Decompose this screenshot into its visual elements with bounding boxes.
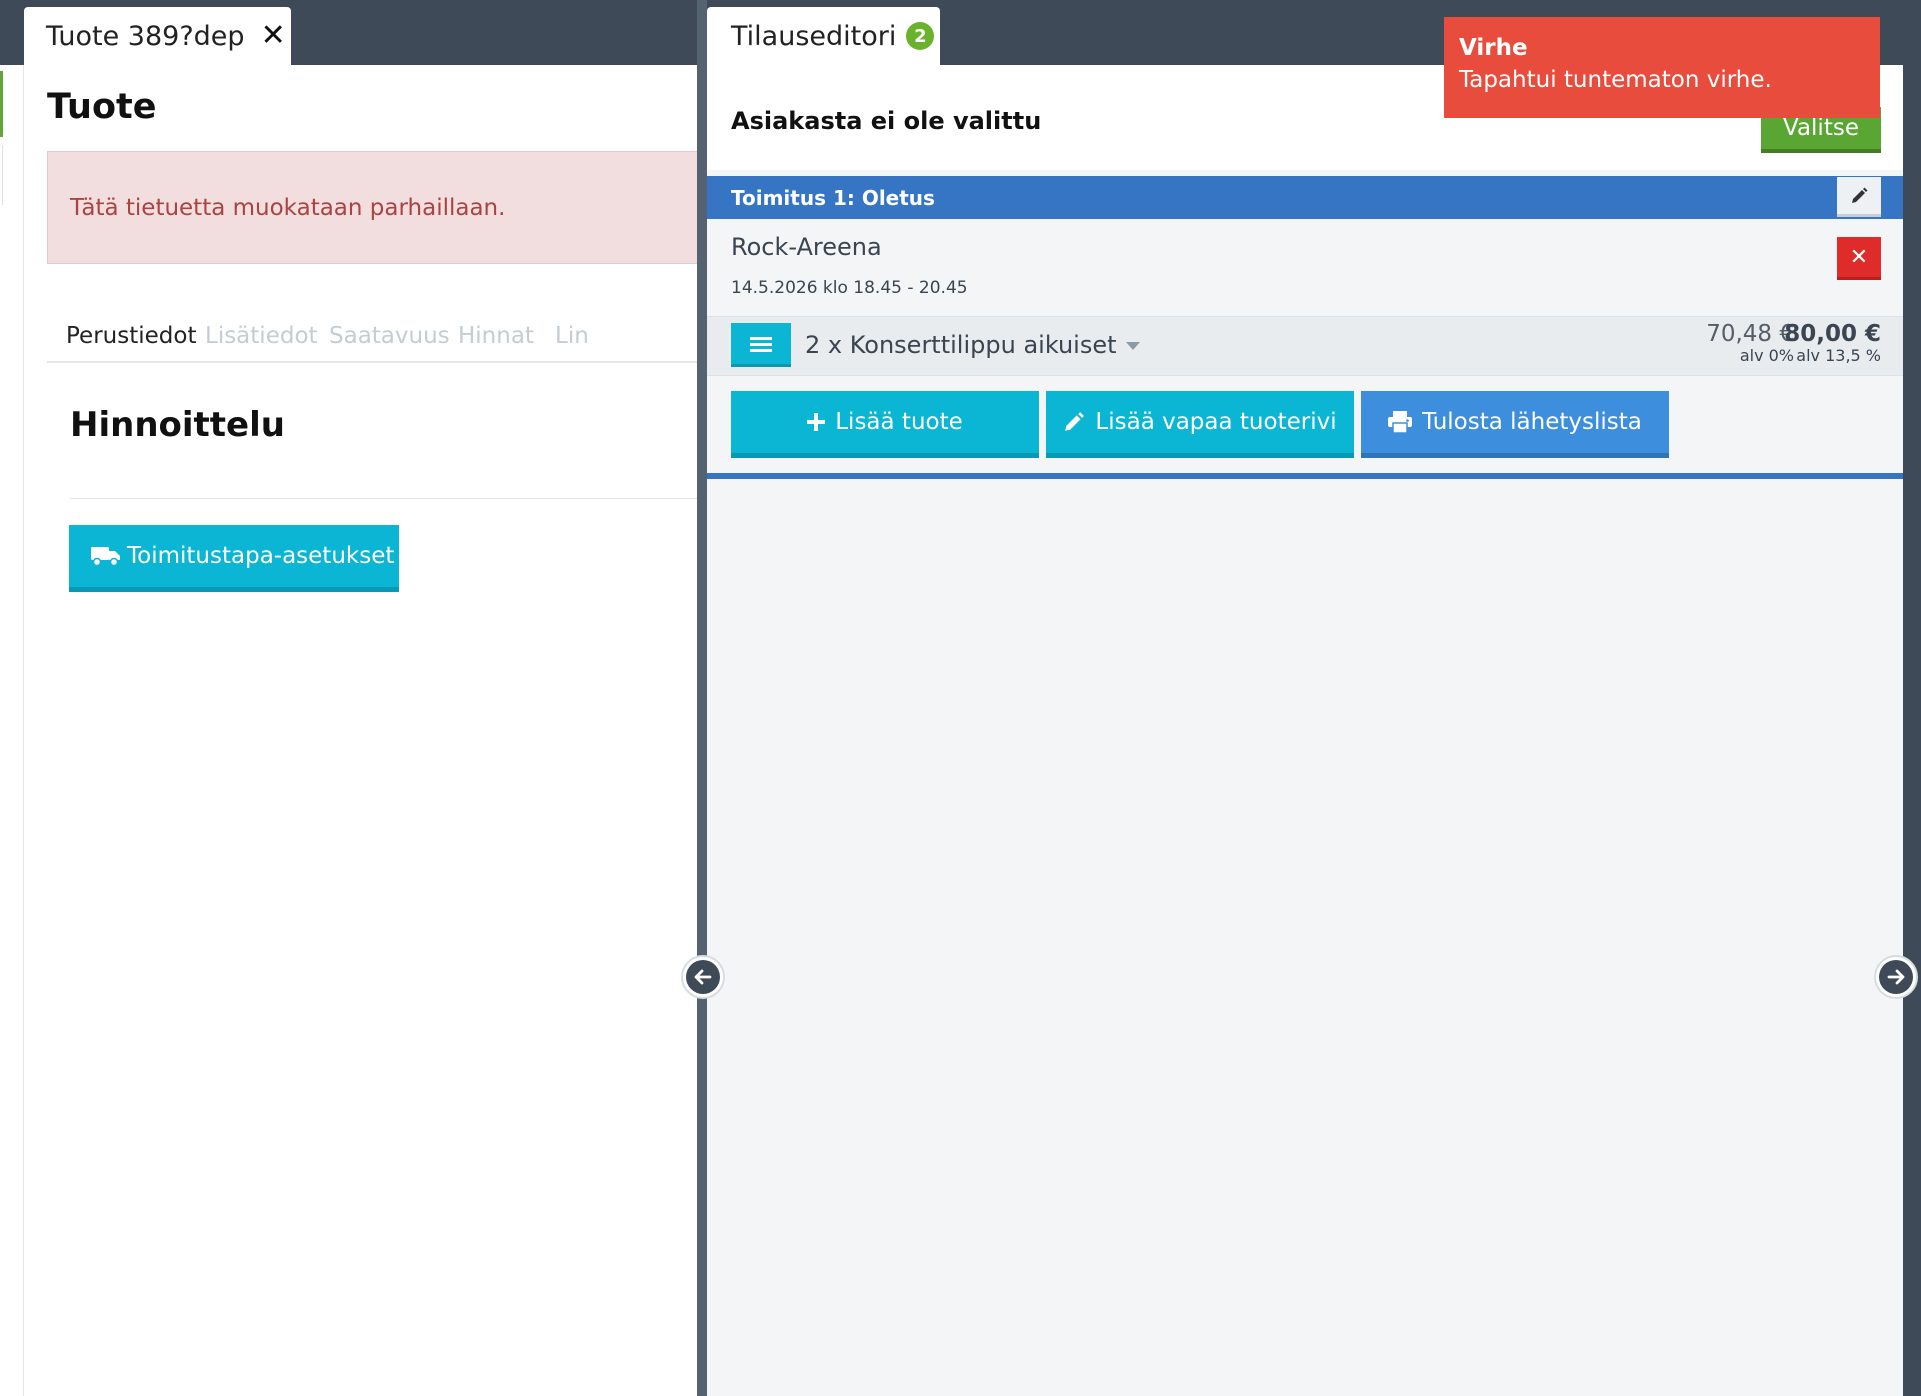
toast-title: Virhe: [1459, 35, 1528, 61]
tab-hinnat[interactable]: Hinnat: [458, 323, 534, 349]
product-tabs: Perustiedot Lisätiedot Saatavuus Hinnat …: [47, 313, 703, 363]
tab-lin[interactable]: Lin: [555, 323, 589, 349]
product-tab[interactable]: Tuote 389?dep ✕: [24, 7, 291, 65]
editing-alert: Tätä tietuetta muokataan parhaillaan.: [47, 151, 703, 264]
app-root: Tuote 389?dep ✕ Tuote Tätä tietuetta muo…: [0, 0, 1921, 1396]
price-net: 70,48 € alv 0%: [1674, 321, 1794, 365]
add-free-row-button[interactable]: Lisää vapaa tuoterivi: [1046, 391, 1354, 458]
event-time: 14.5.2026 klo 18.45 - 20.45: [731, 278, 968, 298]
delivery-header: Toimitus 1: Oletus: [707, 176, 1903, 219]
printer-icon: [1388, 411, 1413, 433]
tab-lisatiedot[interactable]: Lisätiedot: [205, 323, 318, 349]
page-title: Tuote: [47, 87, 157, 127]
truck-icon: [91, 547, 120, 567]
arrow-right-icon: [1887, 969, 1905, 985]
price-gross-amount: 80,00 €: [1784, 321, 1881, 347]
pencil-icon: [1852, 187, 1868, 203]
price-net-vat: alv 0%: [1739, 346, 1794, 365]
order-editor-tab[interactable]: Tilauseditori 2: [707, 7, 940, 65]
alert-text: Tätä tietuetta muokataan parhaillaan.: [70, 194, 506, 221]
customer-title: Asiakasta ei ole valittu: [731, 107, 1042, 135]
error-toast[interactable]: Virhe Tapahtui tuntematon virhe.: [1444, 17, 1880, 118]
order-line-row: 2 x Konserttilippu aikuiset 70,48 € alv …: [707, 316, 1903, 376]
price-gross-vat: alv 13,5 %: [1796, 346, 1881, 365]
tab-saatavuus[interactable]: Saatavuus: [329, 323, 450, 349]
print-list-label: Tulosta lähetyslista: [1422, 409, 1642, 435]
section-divider: [70, 498, 703, 499]
product-panel: Tuote 389?dep ✕ Tuote Tätä tietuetta muo…: [0, 0, 703, 1396]
toast-message: Tapahtui tuntematon virhe.: [1459, 67, 1772, 93]
section-title: Hinnoittelu: [70, 405, 285, 445]
caret-down-icon[interactable]: [1126, 342, 1140, 350]
shipping-button-label: Toimitustapa-asetukset: [127, 543, 395, 569]
price-net-amount: 70,48 €: [1706, 321, 1794, 347]
order-editor-tab-label: Tilauseditori: [731, 20, 897, 52]
remove-event-button[interactable]: ✕: [1837, 237, 1881, 280]
line-menu-button[interactable]: [731, 323, 791, 367]
tab-perustiedot[interactable]: Perustiedot: [66, 323, 196, 349]
plus-icon: [807, 413, 826, 431]
product-tab-label: Tuote 389?dep: [46, 20, 245, 52]
collapse-right-button[interactable]: [1874, 955, 1918, 999]
edit-delivery-button[interactable]: [1837, 177, 1881, 217]
hamburger-icon: [750, 336, 772, 352]
collapse-left-button[interactable]: [681, 955, 725, 999]
pencil-icon: [1065, 412, 1085, 431]
add-product-button[interactable]: Lisää tuote: [731, 391, 1039, 458]
left-tab-bar: Tuote 389?dep ✕: [0, 0, 703, 65]
close-icon[interactable]: ✕: [261, 21, 286, 51]
order-editor-panel: Tilauseditori 2 Asiakasta ei ole valittu…: [707, 0, 1903, 1396]
delivery-bottom-rule: [707, 473, 1903, 479]
shipping-settings-button[interactable]: Toimitustapa-asetukset: [69, 525, 399, 592]
add-free-row-label: Lisää vapaa tuoterivi: [1095, 409, 1337, 435]
panel-splitter[interactable]: [697, 0, 707, 1396]
add-product-label: Lisää tuote: [835, 409, 963, 435]
left-sidebar-strip: [0, 65, 24, 1396]
sidebar-divider: [0, 145, 3, 205]
product-content: Tuote Tätä tietuetta muokataan parhailla…: [24, 65, 703, 1396]
event-name: Rock-Areena: [731, 233, 882, 261]
active-indicator: [0, 71, 3, 137]
arrow-left-icon: [694, 969, 712, 985]
price-gross: 80,00 € alv 13,5 %: [1781, 321, 1881, 365]
delivery-title: Toimitus 1: Oletus: [731, 185, 935, 210]
order-editor-body: Asiakasta ei ole valittu Valitse Toimitu…: [707, 65, 1903, 1396]
close-icon: ✕: [1849, 244, 1869, 270]
tab-count-badge: 2: [906, 22, 935, 50]
line-product-label: 2 x Konserttilippu aikuiset: [805, 331, 1117, 359]
print-list-button[interactable]: Tulosta lähetyslista: [1361, 391, 1669, 458]
